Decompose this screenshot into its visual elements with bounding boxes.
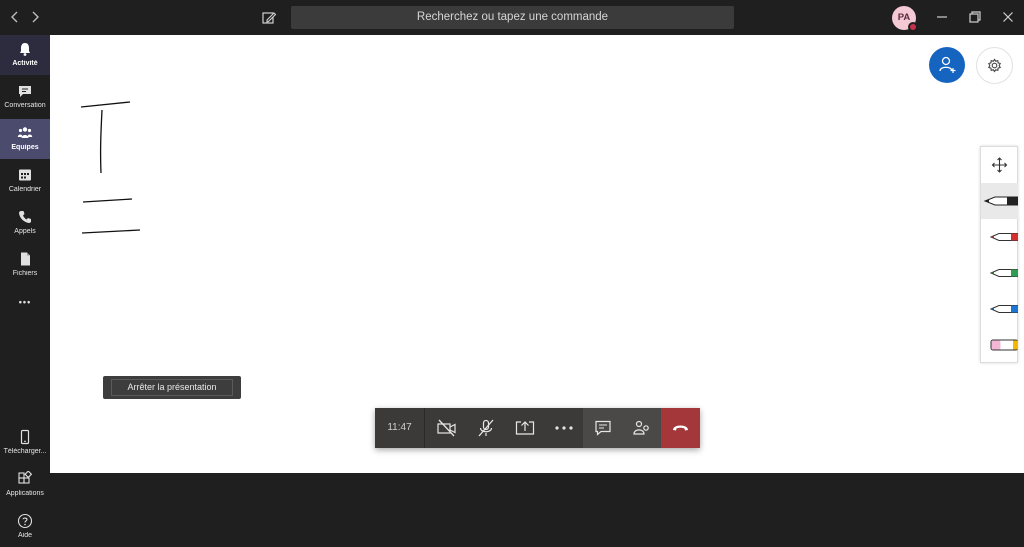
rail-label: Fichiers: [12, 270, 38, 277]
rail-label: Conversation: [4, 102, 46, 109]
bottom-band: [50, 473, 1024, 544]
restore-icon[interactable]: [967, 9, 983, 25]
rail-item-more[interactable]: •••: [0, 287, 50, 317]
pen-black[interactable]: [981, 183, 1019, 219]
rail-label: Activité: [12, 60, 38, 67]
rail-label: Appels: [14, 228, 36, 235]
green-pen-icon: [989, 269, 1019, 277]
rail-item-activite[interactable]: Activité: [0, 35, 50, 75]
gear-icon: [988, 58, 1001, 73]
hang-up-button[interactable]: [661, 408, 700, 448]
stop-presenting-button[interactable]: Arrêter la présentation: [103, 376, 241, 399]
call-timer: 11:47: [375, 408, 425, 448]
add-person-icon: [939, 56, 956, 73]
black-pen-icon: [983, 196, 1019, 206]
close-icon[interactable]: [1000, 9, 1016, 25]
camera-toggle-button[interactable]: [427, 408, 465, 448]
mobile-icon: [20, 429, 30, 445]
mic-toggle-button[interactable]: [466, 408, 504, 448]
rail-label: Applications: [6, 490, 44, 497]
more-icon: •••: [18, 297, 32, 307]
help-icon: [17, 513, 33, 529]
mic-off-icon: [478, 419, 494, 437]
apps-icon: [18, 471, 33, 484]
compose-icon[interactable]: [259, 8, 279, 28]
stop-presenting-label: Arrêter la présentation: [111, 379, 233, 396]
settings-button[interactable]: [976, 47, 1013, 84]
phone-icon: [19, 211, 31, 223]
file-icon: [21, 252, 30, 266]
rail-item-applications[interactable]: Applications: [0, 465, 50, 505]
blue-pen-icon: [989, 305, 1019, 313]
search-input[interactable]: Recherchez ou tapez une commande: [291, 6, 734, 29]
bell-icon: [20, 43, 30, 56]
rail-item-fichiers[interactable]: Fichiers: [0, 245, 50, 285]
presence-status-icon: [908, 22, 918, 32]
show-conversation-button[interactable]: [583, 408, 621, 448]
avatar[interactable]: PA: [892, 6, 918, 32]
app-rail: Activité Conversation Équipes Calendrier…: [0, 35, 50, 544]
hang-up-icon: [673, 425, 688, 431]
rail-label: Aide: [17, 532, 32, 539]
rail-item-telecharger[interactable]: Télécharger...: [0, 423, 50, 463]
rail-label: Calendrier: [8, 186, 42, 193]
rail-item-appels[interactable]: Appels: [0, 203, 50, 243]
rail-label: Télécharger...: [3, 448, 47, 455]
pen-blue[interactable]: [981, 291, 1019, 327]
participants-icon: [633, 420, 649, 435]
avatar-initials: PA: [897, 12, 911, 23]
forward-arrow-icon[interactable]: [26, 8, 44, 26]
share-screen-icon: [515, 421, 535, 435]
pan-tool[interactable]: [981, 147, 1018, 183]
rail-item-conversation[interactable]: Conversation: [0, 77, 50, 117]
minimize-icon[interactable]: [934, 9, 950, 25]
share-screen-button[interactable]: [505, 408, 543, 448]
chat-icon: [595, 420, 611, 436]
teams-icon: [17, 127, 33, 138]
red-pen-icon: [989, 233, 1019, 241]
calendar-icon: [19, 169, 31, 181]
title-bar: Recherchez ou tapez une commande PA: [0, 0, 1024, 35]
highlighter[interactable]: [981, 327, 1019, 363]
show-participants-button[interactable]: [622, 408, 660, 448]
highlighter-icon: [990, 339, 1019, 351]
rail-item-equipes[interactable]: Équipes: [0, 119, 50, 159]
back-arrow-icon[interactable]: [6, 8, 24, 26]
more-actions-button[interactable]: [544, 408, 582, 448]
call-controls: 11:47: [375, 408, 700, 448]
chat-icon: [19, 86, 31, 97]
invite-people-button[interactable]: [929, 47, 965, 83]
rail-label: Équipes: [11, 144, 39, 151]
pen-toolbar: [980, 146, 1019, 363]
rail-item-aide[interactable]: Aide: [0, 507, 50, 547]
pen-red[interactable]: [981, 219, 1019, 255]
pen-green[interactable]: [981, 255, 1019, 291]
more-icon: [555, 426, 573, 430]
rail-item-calendrier[interactable]: Calendrier: [0, 161, 50, 201]
call-side-actions: [583, 408, 661, 448]
camera-off-icon: [437, 419, 456, 437]
move-icon: [991, 157, 1008, 173]
